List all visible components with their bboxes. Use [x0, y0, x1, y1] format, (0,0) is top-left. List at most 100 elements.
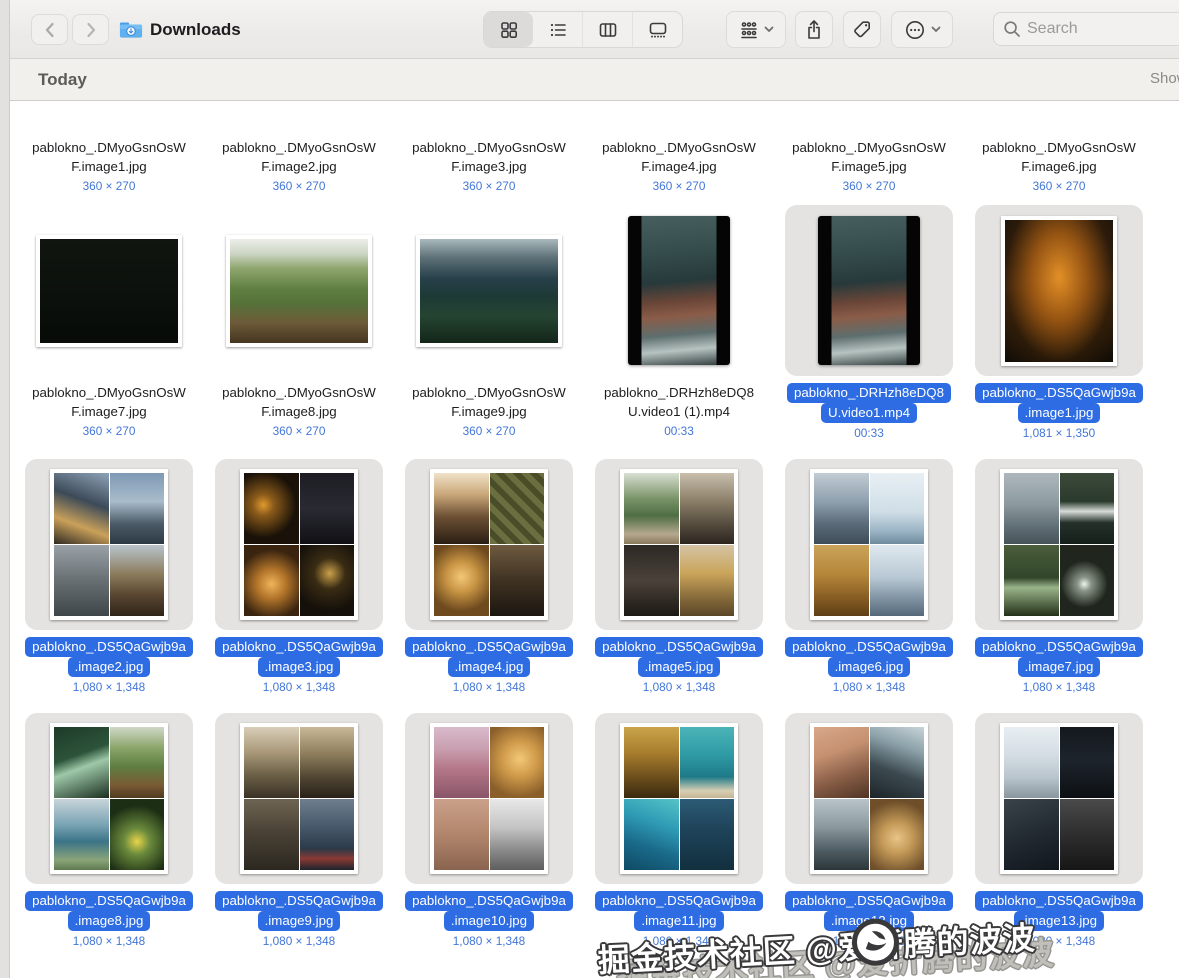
file-name-line: .image10.jpg: [444, 911, 534, 931]
photo-frame: [430, 723, 548, 874]
file-info: 1,080 × 1,348: [643, 680, 716, 694]
file-item[interactable]: pablokno_.DS5QaGwjb9a.image12.jpg1,080 ×…: [774, 713, 964, 948]
file-item[interactable]: pablokno_.DMyoGsnOsWF.image8.jpg360 × 27…: [204, 205, 394, 440]
file-name-line: .image1.jpg: [1018, 403, 1101, 423]
collage-quadrant: [244, 545, 299, 616]
file-item[interactable]: pablokno_.DS5QaGwjb9a.image11.jpg1,080 ×…: [584, 713, 774, 948]
file-item[interactable]: pablokno_.DS5QaGwjb9a.image7.jpg1,080 × …: [964, 459, 1154, 694]
collage-quadrant: [54, 545, 109, 616]
collage-thumbnail: [814, 727, 924, 870]
file-name-line: F.image4.jpg: [639, 158, 718, 175]
file-info: 1,080 × 1,348: [73, 680, 146, 694]
file-name-line: pablokno_.DS5QaGwjb9a: [25, 891, 193, 911]
show-toggle-link[interactable]: Show: [1150, 70, 1179, 87]
forward-button[interactable]: [72, 14, 109, 45]
file-name: pablokno_.DS5QaGwjb9a.image9.jpg: [215, 891, 383, 931]
collage-quadrant: [624, 727, 679, 798]
share-button[interactable]: [795, 11, 833, 48]
chevron-right-icon: [84, 21, 98, 39]
selected-thumbnail-area: [595, 713, 763, 884]
file-item[interactable]: pablokno_.DMyoGsnOsWF.image4.jpg360 × 27…: [584, 131, 774, 193]
photo-frame: [810, 469, 928, 620]
list-view-button[interactable]: [533, 12, 583, 47]
file-info: 1,080 × 1,348: [263, 680, 336, 694]
file-item[interactable]: pablokno_.DS5QaGwjb9a.image5.jpg1,080 × …: [584, 459, 774, 694]
file-item[interactable]: pablokno_.DMyoGsnOsWF.image9.jpg360 × 27…: [394, 205, 584, 440]
file-item[interactable]: pablokno_.DMyoGsnOsWF.image3.jpg360 × 27…: [394, 131, 584, 193]
file-item[interactable]: pablokno_.DMyoGsnOsWF.image2.jpg360 × 27…: [204, 131, 394, 193]
back-button[interactable]: [31, 14, 68, 45]
file-name: pablokno_.DS5QaGwjb9a.image13.jpg: [975, 891, 1143, 931]
file-item[interactable]: pablokno_.DMyoGsnOsWF.image5.jpg360 × 27…: [774, 131, 964, 193]
icon-view-button[interactable]: [484, 12, 533, 47]
file-name: pablokno_.DS5QaGwjb9a.image10.jpg: [405, 891, 573, 931]
file-name: pablokno_.DS5QaGwjb9a.image11.jpg: [595, 891, 763, 931]
photo-frame: [240, 723, 358, 874]
file-item[interactable]: pablokno_.DS5QaGwjb9a.image4.jpg1,080 × …: [394, 459, 584, 694]
file-name-line: F.image3.jpg: [449, 158, 528, 175]
file-name: pablokno_.DS5QaGwjb9a.image7.jpg: [975, 637, 1143, 677]
group-by-button[interactable]: [726, 11, 786, 48]
file-name-line: F.image1.jpg: [69, 158, 148, 175]
file-name: pablokno_.DMyoGsnOsWF.image5.jpg: [790, 138, 948, 176]
window-title: Downloads: [150, 20, 241, 40]
file-info: 1,080 × 1,348: [453, 680, 526, 694]
collage-quadrant: [434, 545, 489, 616]
file-item[interactable]: pablokno_.DS5QaGwjb9a.image6.jpg1,080 × …: [774, 459, 964, 694]
file-info: 1,080 × 1,348: [1023, 934, 1096, 948]
file-item[interactable]: pablokno_.DRHzh8eDQ8U.video1.mp400:33: [774, 205, 964, 440]
column-view-button[interactable]: [583, 12, 633, 47]
file-name: pablokno_.DS5QaGwjb9a.image6.jpg: [785, 637, 953, 677]
file-info: 360 × 270: [273, 179, 326, 193]
file-name-line: pablokno_.DS5QaGwjb9a: [595, 891, 763, 911]
photo-frame: [620, 469, 738, 620]
file-item[interactable]: pablokno_.DS5QaGwjb9a.image3.jpg1,080 × …: [204, 459, 394, 694]
file-name: pablokno_.DMyoGsnOsWF.image9.jpg: [410, 383, 568, 421]
file-row-1: pablokno_.DMyoGsnOsWF.image1.jpg360 × 27…: [14, 131, 1154, 193]
file-name: pablokno_.DMyoGsnOsWF.image3.jpg: [410, 138, 568, 176]
collage-quadrant: [1004, 799, 1059, 870]
video-thumbnail: [818, 216, 920, 365]
file-name-line: .image9.jpg: [258, 911, 341, 931]
file-item[interactable]: pablokno_.DS5QaGwjb9a.image10.jpg 1,080 ×…: [394, 713, 584, 948]
file-item[interactable]: pablokno_.DS5QaGwjb9a.image13.jpg 1,080 ×…: [964, 713, 1154, 948]
photo-frame: [620, 723, 738, 874]
selected-thumbnail-area: [595, 459, 763, 630]
file-name-line: pablokno_.DS5QaGwjb9a: [975, 637, 1143, 657]
collage-quadrant: [300, 473, 355, 544]
window-edge-strip: [0, 0, 10, 978]
more-options-button[interactable]: [891, 11, 953, 48]
file-item[interactable]: pablokno_.DMyoGsnOsWF.image6.jpg360 × 27…: [964, 131, 1154, 193]
search-field[interactable]: [993, 12, 1179, 46]
file-item[interactable]: pablokno_.DMyoGsnOsWF.image7.jpg360 × 27…: [14, 205, 204, 440]
file-info: 1,080 × 1,348: [453, 934, 526, 948]
file-item[interactable]: pablokno_.DRHzh8eDQ8U.video1 (1).mp400:3…: [584, 205, 774, 440]
file-name-line: .image3.jpg: [258, 657, 341, 677]
collage-thumbnail: [624, 473, 734, 616]
file-item[interactable]: pablokno_.DS5QaGwjb9a.image9.jpg1,080 × …: [204, 713, 394, 948]
file-name-line: pablokno_.DS5QaGwjb9a: [405, 637, 573, 657]
file-info: 360 × 270: [273, 424, 326, 438]
file-item[interactable]: pablokno_.DMyoGsnOsWF.image1.jpg360 × 27…: [14, 131, 204, 193]
search-input[interactable]: [1027, 20, 1167, 38]
selected-thumbnail-area: [975, 713, 1143, 884]
photo-frame: [1001, 216, 1117, 366]
collage-quadrant: [490, 473, 545, 544]
collage-quadrant: [490, 727, 545, 798]
image-thumbnail: [230, 239, 368, 343]
tags-button[interactable]: [843, 11, 881, 48]
file-name-line: .image11.jpg: [634, 911, 723, 931]
file-info: 360 × 270: [653, 179, 706, 193]
file-item[interactable]: pablokno_.DS5QaGwjb9a.image2.jpg1,080 × …: [14, 459, 204, 694]
file-name: pablokno_.DS5QaGwjb9a.image1.jpg: [975, 383, 1143, 423]
file-item[interactable]: pablokno_.DS5QaGwjb9a.image8.jpg1,080 × …: [14, 713, 204, 948]
collage-quadrant: [624, 799, 679, 870]
file-name: pablokno_.DRHzh8eDQ8U.video1 (1).mp4: [602, 383, 756, 421]
gallery-view-button[interactable]: [633, 12, 682, 47]
file-item[interactable]: pablokno_.DS5QaGwjb9a.image1.jpg1,081 × …: [964, 205, 1154, 440]
photo-frame: [36, 235, 182, 347]
collage-quadrant: [870, 545, 925, 616]
file-name-line: pablokno_.DS5QaGwjb9a: [405, 891, 573, 911]
collage-quadrant: [814, 727, 869, 798]
gallery-view-icon: [648, 20, 668, 40]
